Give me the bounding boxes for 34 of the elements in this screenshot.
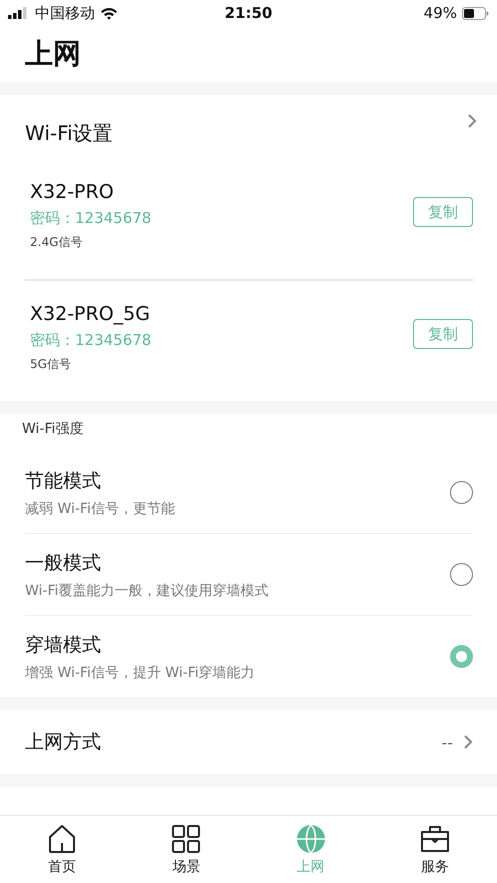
carrier-name: 中国移动	[35, 4, 95, 22]
grid-icon	[171, 824, 202, 854]
method-label: 上网方式	[25, 730, 101, 755]
network-name: X32-PRO	[30, 181, 115, 203]
radio-button[interactable]	[450, 645, 473, 668]
mode-name: 穿墙模式	[25, 632, 102, 658]
status-time: 21:50	[224, 4, 272, 22]
mode-name: 一般模式	[25, 550, 102, 576]
method-value: --	[441, 732, 453, 752]
page-title: 上网	[24, 36, 82, 72]
band-label: 5G信号	[30, 356, 72, 373]
band-label: 2.4G信号	[30, 234, 84, 251]
network-name: X32-PRO_5G	[30, 303, 151, 325]
mode-description: Wi-Fi覆盖能力一般，建议使用穿墙模式	[25, 582, 268, 600]
wifi-icon	[100, 6, 118, 20]
wifi-settings-row[interactable]: Wi-Fi设置	[0, 95, 497, 161]
mode-name: 节能模式	[25, 468, 102, 494]
battery-icon	[462, 6, 489, 20]
tab-item[interactable]: 场景	[124, 816, 248, 883]
home-icon	[47, 824, 78, 854]
briefcase-icon	[420, 824, 450, 854]
tab-item[interactable]: 首页	[0, 816, 124, 883]
network-password: 密码：12345678	[30, 331, 152, 350]
tab-item[interactable]: 服务	[372, 816, 497, 883]
radio-button[interactable]	[450, 563, 473, 586]
battery-percent: 49%	[424, 4, 457, 22]
chevron-icon	[467, 113, 477, 129]
chevron-icon	[463, 734, 473, 750]
globe-icon	[296, 824, 326, 854]
section-title: Wi-Fi强度	[21, 420, 84, 439]
network-password: 密码：12345678	[30, 209, 152, 228]
radio-button[interactable]	[450, 481, 473, 504]
mode-description: 减弱 Wi-Fi信号，更节能	[25, 500, 175, 518]
mode-description: 增强 Wi-Fi信号，提升 Wi-Fi穿墙能力	[25, 664, 255, 682]
